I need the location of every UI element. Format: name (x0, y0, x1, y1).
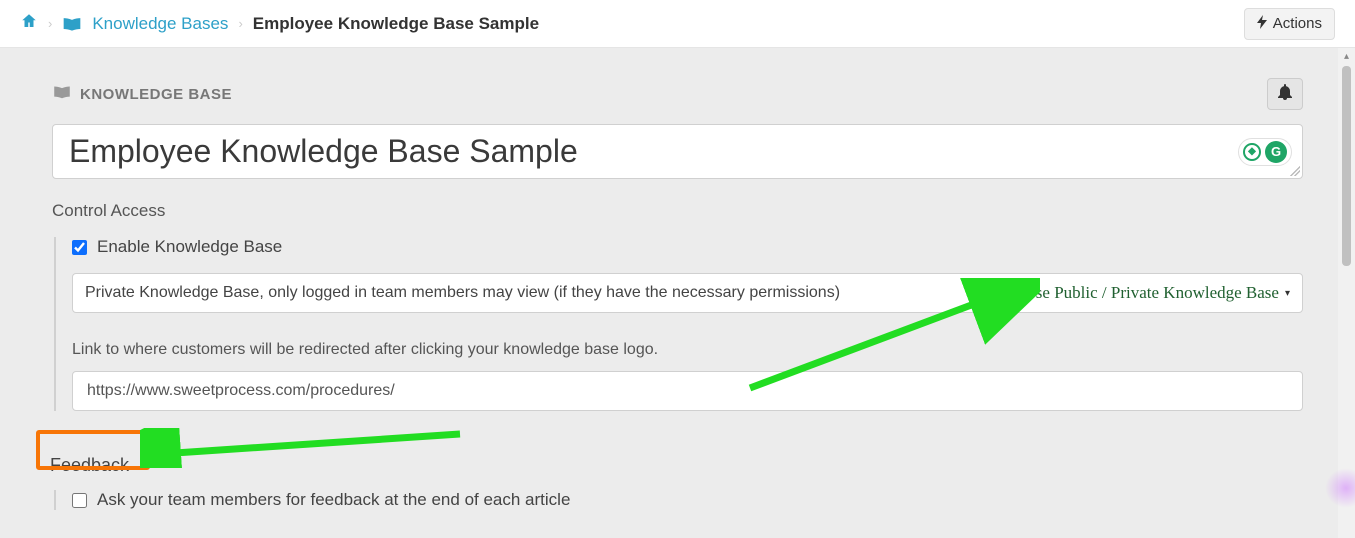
notifications-button[interactable] (1267, 78, 1303, 110)
breadcrumb-knowledge-bases-link[interactable]: Knowledge Bases (92, 14, 228, 34)
control-access-heading: Control Access (52, 201, 1303, 221)
feedback-block: Ask your team members for feedback at th… (54, 490, 1303, 510)
scrollbar[interactable]: ▴ (1338, 48, 1355, 538)
decorative-blob (1325, 468, 1355, 508)
kb-title-container: ◆ G (52, 124, 1303, 179)
grammarly-widget[interactable]: ◆ G (1238, 138, 1292, 166)
lightning-icon (1257, 15, 1267, 33)
enable-kb-label: Enable Knowledge Base (97, 237, 282, 257)
resize-handle-icon[interactable] (1290, 166, 1300, 176)
kb-title-input[interactable] (69, 133, 1164, 170)
main-canvas: KNOWLEDGE BASE ◆ G Control Access Enable… (0, 48, 1355, 538)
visibility-select[interactable]: Private Knowledge Base, only logged in t… (72, 273, 1303, 313)
scrollbar-thumb[interactable] (1342, 66, 1351, 266)
actions-button[interactable]: Actions (1244, 8, 1335, 40)
ask-feedback-label: Ask your team members for feedback at th… (97, 490, 570, 510)
feedback-heading: Feedback (40, 451, 139, 480)
logo-link-input[interactable] (72, 371, 1303, 411)
ask-feedback-row[interactable]: Ask your team members for feedback at th… (72, 490, 1303, 510)
breadcrumb: › Knowledge Bases › Employee Knowledge B… (20, 12, 539, 35)
breadcrumb-current: Employee Knowledge Base Sample (253, 14, 539, 34)
section-title: KNOWLEDGE BASE (52, 85, 232, 103)
enable-kb-row[interactable]: Enable Knowledge Base (72, 237, 1303, 257)
top-bar: › Knowledge Bases › Employee Knowledge B… (0, 0, 1355, 48)
chevron-down-icon: ▾ (1285, 288, 1290, 299)
grammarly-suggestion-icon: ◆ (1243, 143, 1261, 161)
enable-kb-checkbox[interactable] (72, 240, 87, 255)
breadcrumb-separator: › (48, 16, 52, 31)
breadcrumb-separator: › (238, 16, 242, 31)
scroll-up-icon[interactable]: ▴ (1341, 51, 1352, 62)
home-icon[interactable] (20, 12, 38, 35)
visibility-annotation-text: Choose Public / Private Knowledge Base (999, 283, 1279, 303)
control-access-block: Enable Knowledge Base Private Knowledge … (54, 237, 1303, 411)
book-open-icon (62, 16, 82, 32)
bell-icon (1278, 84, 1292, 104)
ask-feedback-checkbox[interactable] (72, 493, 87, 508)
visibility-select-value: Private Knowledge Base, only logged in t… (85, 284, 999, 302)
section-title-text: KNOWLEDGE BASE (80, 86, 232, 103)
actions-button-label: Actions (1273, 15, 1322, 32)
section-header: KNOWLEDGE BASE (52, 78, 1303, 110)
book-open-grey-icon (52, 85, 72, 103)
grammarly-logo-icon: G (1265, 141, 1287, 163)
logo-link-hint: Link to where customers will be redirect… (72, 341, 1303, 359)
